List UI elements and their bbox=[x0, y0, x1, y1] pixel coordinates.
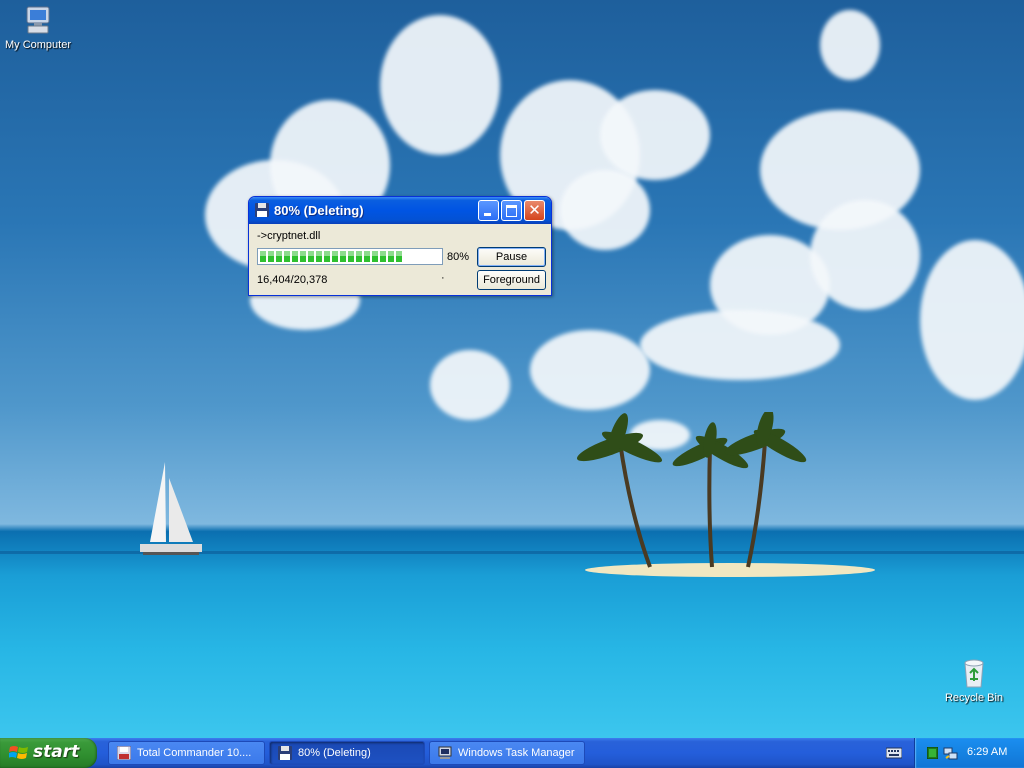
my-computer-icon bbox=[26, 6, 50, 34]
window-body: ->cryptnet.dll 80% 16,404/20,378 · Pause… bbox=[249, 224, 551, 294]
monitor-status-icon[interactable] bbox=[927, 747, 938, 759]
cloud bbox=[430, 350, 510, 420]
recycle-bin-icon bbox=[964, 659, 984, 688]
close-icon: ✕ bbox=[528, 201, 541, 219]
taskbar-item-deleting[interactable]: 80% (Deleting) bbox=[269, 741, 425, 765]
network-icon[interactable] bbox=[943, 745, 959, 761]
cloud bbox=[600, 90, 710, 180]
file-count: 16,404/20,378 bbox=[257, 274, 328, 286]
desktop-icon-label: My Computer bbox=[4, 39, 72, 51]
cloud bbox=[380, 15, 500, 155]
clock[interactable]: 6:29 AM bbox=[967, 746, 1007, 758]
taskbar-item-task-manager[interactable]: Windows Task Manager bbox=[429, 741, 585, 765]
palm-trees bbox=[576, 412, 807, 568]
taskbar-item-label: 80% (Deleting) bbox=[298, 747, 371, 759]
keyboard-icon[interactable] bbox=[886, 746, 902, 760]
floppy-disk-icon bbox=[255, 203, 269, 217]
foreground-button[interactable]: Foreground bbox=[477, 270, 546, 290]
desktop-icon-label: Recycle Bin bbox=[944, 692, 1004, 704]
cloud bbox=[920, 240, 1024, 400]
system-tray: 6:29 AM bbox=[914, 738, 1024, 768]
taskbar-item-total-commander[interactable]: Total Commander 10.... bbox=[108, 741, 265, 765]
cloud bbox=[530, 330, 650, 410]
current-file-name: ->cryptnet.dll bbox=[257, 230, 321, 242]
progress-percent: 80% bbox=[447, 251, 470, 263]
status-dot: · bbox=[441, 272, 445, 284]
start-label: start bbox=[33, 742, 80, 762]
floppy-disk-icon bbox=[278, 746, 292, 760]
desktop: My Computer Recycle Bin bbox=[0, 0, 1024, 738]
pause-button[interactable]: Pause bbox=[477, 247, 546, 267]
total-commander-icon bbox=[117, 746, 131, 760]
cloud bbox=[820, 10, 880, 80]
window-titlebar[interactable]: 80% (Deleting) ✕ bbox=[249, 197, 551, 224]
taskbar: start Total Commander 10.... 80% (Deleti… bbox=[0, 738, 1024, 768]
taskbar-item-label: Total Commander 10.... bbox=[137, 747, 252, 759]
task-manager-icon bbox=[438, 746, 452, 759]
progress-bar bbox=[257, 248, 443, 265]
cloud bbox=[810, 200, 920, 310]
progress-bar-fill bbox=[260, 251, 404, 262]
cloud bbox=[560, 170, 650, 250]
desktop-icon-my-computer[interactable]: My Computer bbox=[0, 4, 78, 51]
cloud bbox=[640, 310, 840, 380]
start-button[interactable]: start bbox=[0, 738, 97, 768]
window-title: 80% (Deleting) bbox=[274, 203, 364, 218]
close-button[interactable]: ✕ bbox=[524, 200, 545, 221]
progress-window: 80% (Deleting) ✕ ->cryptnet.dll 80% 16,4… bbox=[248, 196, 552, 296]
taskbar-item-label: Windows Task Manager bbox=[458, 747, 575, 759]
minimize-button[interactable] bbox=[478, 200, 499, 221]
sailboat bbox=[140, 462, 202, 555]
maximize-button[interactable] bbox=[501, 200, 522, 221]
desktop-icon-recycle-bin[interactable]: Recycle Bin bbox=[934, 657, 1014, 704]
windows-logo-icon bbox=[9, 746, 28, 759]
